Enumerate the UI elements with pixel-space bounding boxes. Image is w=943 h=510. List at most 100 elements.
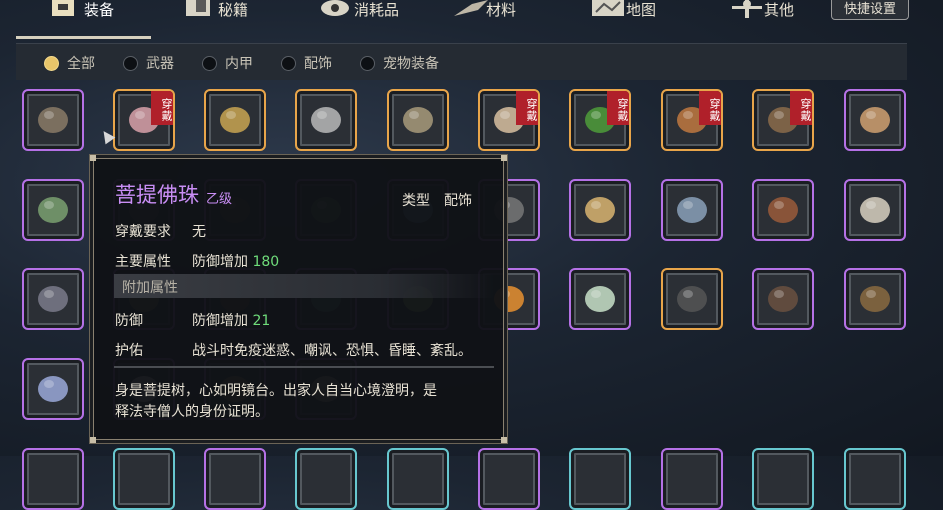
filter-accessory[interactable]: 配饰 bbox=[281, 53, 332, 73]
defense-label: 防御 bbox=[115, 313, 143, 329]
requirement-value: 无 bbox=[192, 224, 206, 240]
bead-necklace-icon bbox=[32, 99, 74, 141]
tab-manuals[interactable]: 秘籍 bbox=[184, 0, 249, 19]
trident-icon bbox=[397, 99, 439, 141]
pearl-icon bbox=[579, 278, 621, 320]
filter-label: 武器 bbox=[146, 56, 174, 72]
filter-label: 内甲 bbox=[225, 56, 253, 72]
worn-badge: 穿戴 bbox=[790, 91, 812, 125]
worn-badge: 穿戴 bbox=[516, 91, 538, 125]
item-slot[interactable]: 穿戴 bbox=[569, 89, 631, 151]
defense-value: 防御增加 21 bbox=[192, 310, 270, 330]
radio-selected-icon bbox=[44, 55, 59, 71]
filter-pet-equipment[interactable]: 宠物装备 bbox=[360, 53, 439, 73]
type-label: 类型 bbox=[402, 193, 430, 209]
blade-icon bbox=[854, 99, 896, 141]
filter-inner-armor[interactable]: 内甲 bbox=[202, 53, 253, 73]
filter-all[interactable]: 全部 bbox=[44, 53, 95, 73]
radio-icon bbox=[360, 55, 375, 71]
item-slot[interactable]: 穿戴 bbox=[113, 89, 175, 151]
spear-icon bbox=[305, 99, 347, 141]
item-slot[interactable] bbox=[22, 448, 84, 510]
item-slot[interactable] bbox=[661, 268, 723, 330]
filter-label: 宠物装备 bbox=[383, 56, 439, 72]
chain-vest-icon bbox=[671, 189, 713, 231]
main-attr-number: 180 bbox=[252, 254, 280, 270]
item-slot[interactable] bbox=[752, 179, 814, 241]
main-attr-value: 防御增加 180 bbox=[192, 251, 279, 271]
item-slot[interactable] bbox=[752, 268, 814, 330]
item-slot[interactable]: 穿戴 bbox=[478, 89, 540, 151]
item-slot[interactable] bbox=[661, 179, 723, 241]
tab-other[interactable]: 其他 bbox=[730, 0, 795, 19]
mist-icon bbox=[32, 278, 74, 320]
radio-icon bbox=[202, 55, 217, 71]
corner-ornament bbox=[501, 155, 507, 161]
radio-icon bbox=[123, 55, 138, 71]
tab-label: 地图 bbox=[626, 0, 657, 19]
book-icon bbox=[184, 0, 212, 18]
item-slot[interactable] bbox=[844, 268, 906, 330]
jar-icon bbox=[762, 278, 804, 320]
item-slot[interactable] bbox=[295, 89, 357, 151]
worn-badge: 穿戴 bbox=[607, 91, 629, 125]
worn-badge: 穿戴 bbox=[699, 91, 721, 125]
item-slot[interactable] bbox=[22, 268, 84, 330]
item-slot[interactable] bbox=[22, 89, 84, 151]
chest-icon bbox=[50, 0, 76, 18]
item-slot[interactable] bbox=[844, 89, 906, 151]
item-slot[interactable] bbox=[22, 179, 84, 241]
item-slot[interactable] bbox=[661, 448, 723, 510]
material-icon bbox=[452, 0, 488, 18]
tab-label: 其他 bbox=[764, 0, 795, 19]
item-slot[interactable] bbox=[844, 179, 906, 241]
horn-icon bbox=[579, 189, 621, 231]
item-slot[interactable] bbox=[204, 448, 266, 510]
main-attr-text: 防御增加 bbox=[192, 254, 248, 270]
tab-label: 装备 bbox=[84, 0, 115, 19]
tab-label: 材料 bbox=[486, 0, 517, 19]
item-slot[interactable] bbox=[569, 448, 631, 510]
item-slot[interactable] bbox=[295, 448, 357, 510]
protect-value: 战斗时免疫迷惑、嘲讽、恐惧、昏睡、紊乱。 bbox=[192, 343, 472, 359]
quick-settings-button[interactable]: 快捷设置 bbox=[831, 0, 909, 20]
requirement-label: 穿戴要求 bbox=[115, 224, 171, 240]
extra-attr-section: 附加属性 bbox=[114, 274, 494, 298]
category-tab-bar: 装备 秘籍 消耗品 材料 地图 其他 快捷设置 bbox=[0, 0, 943, 20]
item-slot[interactable] bbox=[569, 179, 631, 241]
item-slot[interactable] bbox=[204, 89, 266, 151]
item-slot[interactable] bbox=[387, 89, 449, 151]
filter-label: 全部 bbox=[67, 56, 95, 72]
defense-number: 21 bbox=[252, 313, 271, 329]
description-line: 身是菩提树，心如明镜台。出家人自当心境澄明，是 bbox=[115, 383, 437, 399]
sword-icon bbox=[214, 99, 256, 141]
item-slot[interactable] bbox=[844, 448, 906, 510]
item-slot[interactable]: 穿戴 bbox=[752, 89, 814, 151]
map-icon bbox=[592, 0, 624, 18]
item-slot[interactable] bbox=[569, 268, 631, 330]
item-slot[interactable] bbox=[387, 448, 449, 510]
item-slot[interactable] bbox=[752, 448, 814, 510]
extra-attr-heading: 附加属性 bbox=[122, 280, 178, 296]
tab-materials[interactable]: 材料 bbox=[452, 0, 517, 19]
item-slot[interactable]: 穿戴 bbox=[661, 89, 723, 151]
bone-icon bbox=[854, 189, 896, 231]
tooltip-divider bbox=[114, 366, 494, 368]
scarecrow-icon bbox=[730, 0, 762, 18]
item-slot[interactable] bbox=[113, 448, 175, 510]
leather-armor-icon bbox=[762, 189, 804, 231]
filter-label: 配饰 bbox=[304, 56, 332, 72]
stone-icon bbox=[671, 278, 713, 320]
item-slot[interactable] bbox=[478, 448, 540, 510]
worn-badge: 穿戴 bbox=[151, 91, 173, 125]
type-value: 配饰 bbox=[444, 193, 472, 209]
tab-map[interactable]: 地图 bbox=[592, 0, 657, 19]
corner-ornament bbox=[501, 437, 507, 443]
filter-weapon[interactable]: 武器 bbox=[123, 53, 174, 73]
item-slot[interactable] bbox=[22, 358, 84, 420]
tab-equipment[interactable]: 装备 bbox=[50, 0, 115, 19]
filter-bar: 全部 武器 内甲 配饰 宠物装备 bbox=[16, 43, 907, 80]
tab-consumables[interactable]: 消耗品 bbox=[320, 0, 399, 19]
corner-ornament bbox=[90, 155, 96, 161]
tab-label: 秘籍 bbox=[218, 0, 249, 19]
